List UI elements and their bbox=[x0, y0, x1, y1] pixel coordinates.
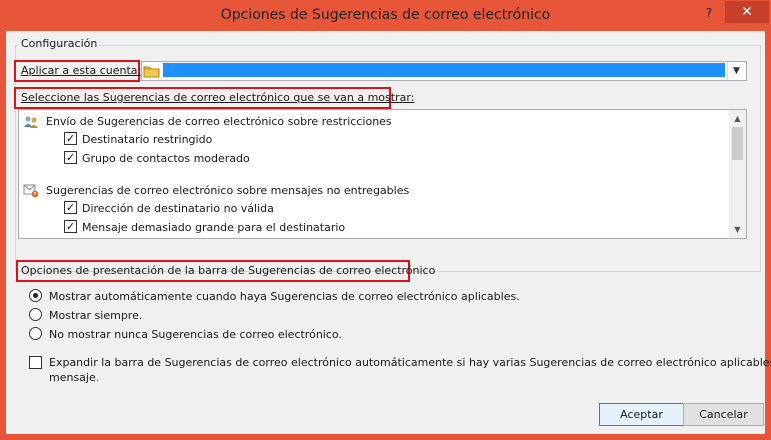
display-options-label: Opciones de presentación de la barra de … bbox=[21, 264, 436, 277]
scroll-thumb[interactable] bbox=[732, 127, 743, 160]
expand-checkbox-label-line1: Expandir la barra de Sugerencias de corr… bbox=[49, 356, 771, 369]
checkbox-label: Grupo de contactos moderado bbox=[82, 152, 250, 165]
scroll-up-icon[interactable]: ▲ bbox=[729, 110, 746, 127]
scroll-down-icon[interactable]: ▼ bbox=[729, 221, 746, 238]
account-combobox-value bbox=[163, 63, 725, 77]
cancel-button[interactable]: Cancelar bbox=[683, 403, 764, 426]
configuration-group-label: Configuración bbox=[19, 37, 100, 50]
dialog-client: Configuración Aplicar a esta cuenta: ▼ S… bbox=[6, 31, 771, 434]
dropdown-arrow-icon[interactable]: ▼ bbox=[727, 62, 745, 80]
checkbox-moderated-group[interactable]: ✓ bbox=[64, 151, 77, 164]
restricted-contacts-icon bbox=[24, 116, 38, 128]
checkbox-label: Mensaje demasiado grande para el destina… bbox=[82, 221, 346, 234]
tips-list[interactable]: Envío de Sugerencias de correo electróni… bbox=[18, 109, 747, 239]
radio-never-show[interactable] bbox=[29, 327, 42, 340]
checkbox-restricted-recipient[interactable]: ✓ bbox=[64, 132, 77, 145]
ok-button[interactable]: Aceptar bbox=[599, 403, 684, 426]
checkbox-message-too-large[interactable]: ✓ bbox=[64, 220, 77, 233]
undeliverable-message-icon bbox=[23, 184, 39, 198]
folder-icon bbox=[143, 66, 160, 78]
radio-label: No mostrar nunca Sugerencias de correo e… bbox=[49, 328, 342, 341]
checkbox-invalid-address[interactable]: ✓ bbox=[64, 201, 77, 214]
checkbox-label: Destinatario restringido bbox=[82, 133, 213, 146]
checkbox-expand-bar[interactable] bbox=[29, 356, 42, 369]
category-label: Sugerencias de correo electrónico sobre … bbox=[46, 184, 410, 197]
tips-list-label: Seleccione las Sugerencias de correo ele… bbox=[21, 91, 415, 104]
account-label: Aplicar a esta cuenta: bbox=[21, 64, 142, 77]
tips-list-scrollbar[interactable]: ▲ ▼ bbox=[729, 110, 746, 238]
close-button[interactable]: ✕ bbox=[725, 1, 769, 23]
radio-show-automatically[interactable] bbox=[29, 289, 42, 302]
radio-show-always[interactable] bbox=[29, 308, 42, 321]
radio-selected-dot bbox=[33, 293, 38, 298]
expand-checkbox-label-line2: mensaje. bbox=[49, 371, 100, 384]
checkbox-label: Dirección de destinatario no válida bbox=[82, 202, 274, 215]
account-combobox[interactable]: ▼ bbox=[141, 61, 747, 81]
help-button[interactable]: ? bbox=[702, 4, 716, 22]
category-label: Envío de Sugerencias de correo electróni… bbox=[46, 115, 392, 128]
radio-label: Mostrar automáticamente cuando haya Suge… bbox=[49, 290, 520, 303]
radio-label: Mostrar siempre. bbox=[49, 309, 143, 322]
window-title: Opciones de Sugerencias de correo electr… bbox=[220, 7, 551, 23]
